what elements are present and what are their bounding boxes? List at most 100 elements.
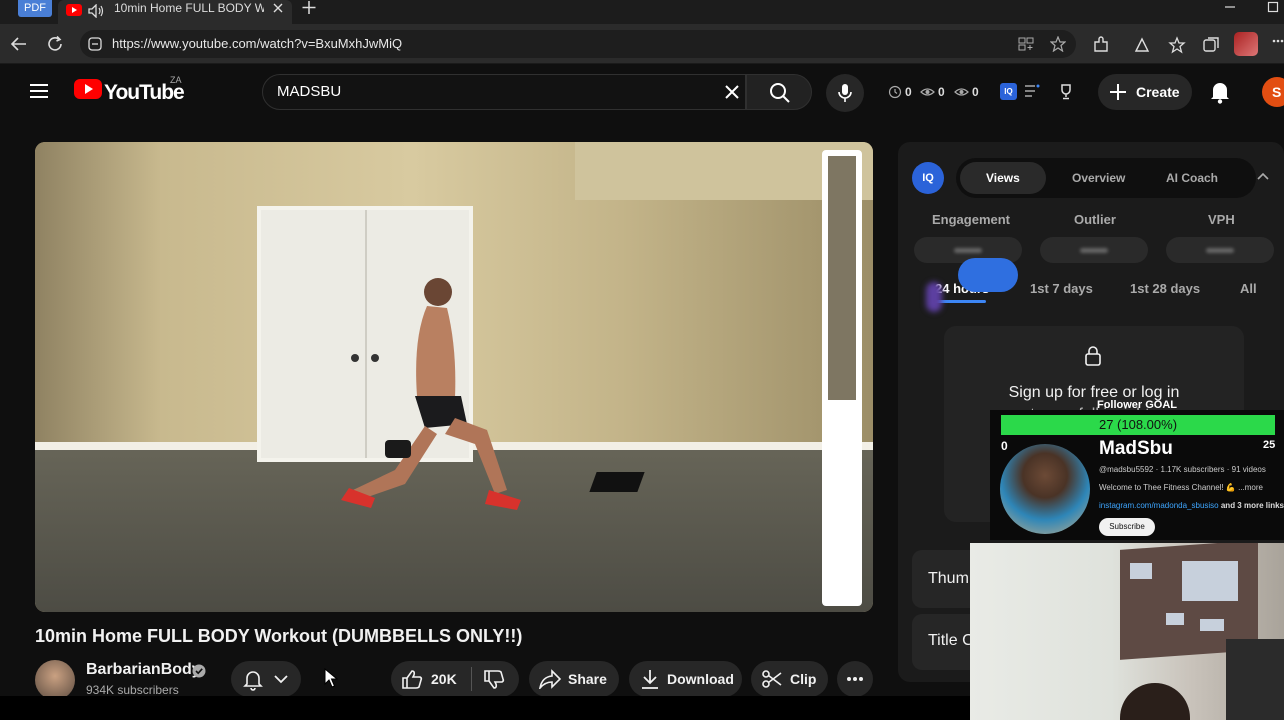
close-tab-icon[interactable] (271, 1, 285, 15)
youtube-header: YouTube ZA MADSBU 0 0 0 IQ Create S (0, 65, 1284, 120)
more-horizontal-icon (847, 677, 863, 681)
thumbnail-label: Thum (928, 570, 969, 587)
metric-label: VPH (1208, 212, 1235, 227)
video-player[interactable] (35, 142, 873, 612)
webcam-paper (1200, 619, 1224, 631)
performance-icon[interactable] (1133, 36, 1151, 54)
stat-value: 0 (905, 85, 912, 99)
webcam-chair (1226, 639, 1284, 720)
webcam-person (1120, 683, 1190, 720)
goal-max: 25 (1263, 439, 1276, 451)
chevron-up-icon[interactable] (1256, 172, 1270, 182)
panel-tab-group: Views Overview AI Coach (956, 158, 1256, 198)
favorite-star-icon[interactable] (1050, 36, 1066, 52)
search-button[interactable] (746, 74, 812, 110)
site-info-icon[interactable] (88, 37, 102, 51)
metric-label: Outlier (1074, 212, 1116, 227)
profile-avatar[interactable] (1234, 32, 1258, 56)
browser-tab-active[interactable]: 10min Home FULL BODY Wo (58, 0, 292, 24)
stat-value: 0 (972, 85, 979, 99)
like-button[interactable] (401, 669, 423, 689)
overlay-channel-about: Welcome to Thee Fitness Channel! 💪 ...mo… (1099, 483, 1263, 492)
overlay-scroll-thumb[interactable] (828, 156, 856, 400)
more-options-icon[interactable] (1272, 38, 1284, 44)
download-icon (642, 670, 658, 689)
create-label: Create (1136, 84, 1180, 100)
country-code: ZA (170, 75, 182, 85)
search-value[interactable]: MADSBU (277, 75, 341, 109)
back-icon[interactable] (10, 35, 28, 53)
plus-icon (1108, 82, 1128, 102)
search-icon (770, 83, 790, 103)
maximize-icon[interactable] (1266, 0, 1280, 14)
scissors-icon (762, 670, 782, 688)
clear-search-icon[interactable] (723, 83, 741, 101)
minimize-icon[interactable] (1223, 0, 1237, 14)
video-frame-person (341, 278, 521, 510)
clip-button[interactable]: Clip (751, 661, 828, 697)
trophy-icon[interactable] (1058, 83, 1074, 100)
download-label: Download (667, 671, 734, 687)
tab-overview[interactable]: Overview (1072, 158, 1125, 198)
notifications-bell-icon[interactable] (1209, 80, 1231, 104)
collections-icon[interactable] (1202, 36, 1220, 54)
overlay-more-links: and 3 more links (1220, 501, 1284, 510)
webcam-paper (1166, 613, 1184, 625)
range-tab-7d[interactable]: 1st 7 days (1030, 281, 1093, 296)
dislike-button[interactable] (483, 670, 505, 690)
address-bar[interactable]: https://www.youtube.com/watch?v=BxuMxhJw… (80, 30, 1076, 58)
metric-value-hidden (1040, 237, 1148, 263)
bell-icon (243, 671, 263, 691)
reload-icon[interactable] (46, 35, 64, 53)
sign-up-button[interactable] (958, 258, 1018, 292)
app-available-icon[interactable] (1018, 37, 1034, 51)
youtube-logo[interactable]: YouTube ZA (74, 75, 185, 104)
tab-views[interactable]: Views (986, 158, 1020, 198)
follower-goal-overlay: Follower GOAL 27 (108.00%) 0 25 MadSbu @… (990, 399, 1284, 540)
thumbs-down-icon (484, 670, 505, 689)
blurred-decoration (926, 282, 942, 312)
vidiq-logo: IQ (912, 162, 944, 194)
url-text[interactable]: https://www.youtube.com/watch?v=BxuMxhJw… (112, 30, 402, 58)
follower-goal-header: Follower GOAL (1096, 399, 1178, 411)
subscriber-count: 934K subscribers (86, 683, 179, 697)
thumbs-up-icon (402, 670, 423, 689)
overlay-channel-name: MadSbu (1099, 438, 1173, 459)
user-avatar[interactable]: S (1262, 77, 1284, 107)
eye-icon (954, 85, 969, 99)
tab-ai-coach[interactable]: AI Coach (1166, 158, 1218, 198)
webcam-overlay (970, 543, 1284, 720)
follower-goal-bar: 27 (108.00%) (1001, 415, 1275, 435)
eye-icon (920, 85, 935, 99)
new-tab-icon[interactable] (300, 0, 318, 16)
tab-title: 10min Home FULL BODY Wo (114, 1, 264, 15)
video-frame-mat (589, 472, 645, 492)
like-dislike-group: 20K (391, 661, 519, 697)
metric-value-hidden (1166, 237, 1274, 263)
vidiq-icon[interactable]: IQ (1000, 83, 1017, 100)
pdf-badge[interactable]: PDF (18, 0, 52, 17)
clip-label: Clip (790, 671, 817, 687)
overlay-scroll-strip[interactable] (822, 150, 862, 606)
hamburger-menu-icon[interactable] (28, 82, 50, 100)
channel-name[interactable]: BarbarianBody (86, 661, 201, 679)
subscription-bell-button[interactable] (231, 661, 301, 697)
share-button[interactable]: Share (529, 661, 619, 697)
channel-avatar[interactable] (35, 660, 75, 700)
list-icon[interactable] (1024, 84, 1040, 98)
overlay-channel-link: instagram.com/madonda_sbusiso (1099, 501, 1219, 510)
lock-icon (1084, 346, 1102, 366)
favorites-icon[interactable] (1168, 36, 1186, 54)
extensions-icon[interactable] (1092, 36, 1110, 54)
range-tab-all[interactable]: All (1240, 281, 1257, 296)
download-button[interactable]: Download (629, 661, 742, 697)
metric-label: Engagement (932, 212, 1011, 227)
range-tab-28d[interactable]: 1st 28 days (1130, 281, 1200, 296)
search-input[interactable]: MADSBU (262, 74, 746, 110)
more-actions-button[interactable] (837, 661, 873, 697)
browser-toolbar: https://www.youtube.com/watch?v=BxuMxhJw… (0, 24, 1284, 64)
create-button[interactable]: Create (1098, 74, 1192, 110)
overlay-channel-meta: @madsbu5592 · 1.17K subscribers · 91 vid… (1099, 465, 1266, 474)
voice-search-button[interactable] (826, 74, 864, 112)
speaker-icon[interactable] (88, 4, 104, 18)
